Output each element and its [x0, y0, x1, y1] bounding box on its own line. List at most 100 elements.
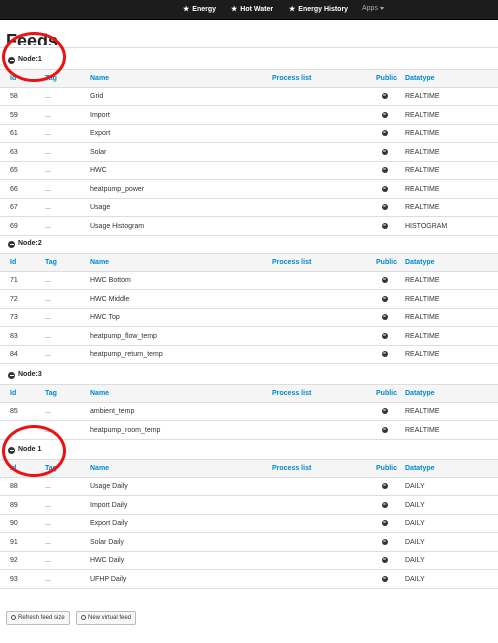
table-row[interactable]: 92... HWC Daily DAILY [0, 551, 498, 570]
table-row[interactable]: 85... ambient_temp REALTIME [0, 402, 498, 421]
feed-name[interactable]: Usage [90, 204, 110, 211]
feed-name[interactable]: Solar [90, 149, 106, 156]
feed-tag[interactable]: ... [45, 576, 51, 583]
feed-tag[interactable]: ... [45, 333, 51, 340]
feed-name[interactable]: HWC Middle [90, 296, 129, 303]
column-header-tag[interactable]: Tag [45, 259, 57, 266]
feed-tag[interactable]: ... [45, 520, 51, 527]
globe-icon[interactable] [382, 520, 388, 526]
table-row[interactable]: 67... Usage REALTIME [0, 198, 498, 217]
table-row[interactable]: 93... UFHP Daily DAILY [0, 570, 498, 589]
feed-tag[interactable]: ... [45, 539, 51, 546]
column-header-id[interactable]: Id [10, 259, 16, 266]
table-row[interactable]: ... heatpump_room_temp REALTIME [0, 421, 498, 440]
feed-tag[interactable]: ... [45, 483, 51, 490]
globe-icon[interactable] [382, 185, 388, 192]
feed-name[interactable]: HWC [90, 167, 107, 174]
globe-icon[interactable] [382, 167, 388, 173]
column-header-name[interactable]: Name [90, 259, 109, 266]
globe-icon[interactable] [382, 130, 388, 136]
globe-icon[interactable] [382, 351, 388, 357]
nav-apps-dropdown[interactable]: Apps [362, 5, 384, 12]
feed-tag[interactable]: ... [45, 408, 51, 415]
globe-icon[interactable] [382, 222, 388, 229]
nav-energy[interactable]: ★ Energy [183, 5, 216, 13]
feed-name[interactable]: HWC Top [90, 314, 120, 321]
feed-name[interactable]: HWC Daily [90, 557, 124, 564]
column-header-public[interactable]: Public [376, 75, 397, 82]
feed-tag[interactable]: ... [45, 223, 51, 230]
feed-name[interactable]: ambient_temp [90, 408, 134, 415]
feed-name[interactable]: Solar Daily [90, 539, 124, 546]
column-header-id[interactable]: Id [10, 390, 16, 397]
feed-tag[interactable]: ... [45, 130, 51, 137]
globe-icon[interactable] [382, 575, 388, 582]
node-group-header[interactable]: Node:3 [0, 367, 498, 384]
feed-tag[interactable]: ... [45, 167, 51, 174]
globe-icon[interactable] [382, 557, 388, 563]
table-row[interactable]: 84... heatpump_return_temp REALTIME [0, 345, 498, 364]
table-row[interactable]: 83... heatpump_flow_temp REALTIME [0, 327, 498, 346]
feed-name[interactable]: heatpump_room_temp [90, 427, 160, 434]
column-header-datatype[interactable]: Datatype [405, 465, 435, 472]
globe-icon[interactable] [382, 204, 388, 210]
column-header-datatype[interactable]: Datatype [405, 259, 435, 266]
feed-name[interactable]: Grid [90, 93, 103, 100]
feed-tag[interactable]: ... [45, 93, 51, 100]
node-group-header[interactable]: Node 1 [0, 442, 498, 459]
feed-tag[interactable]: ... [45, 149, 51, 156]
feed-name[interactable]: heatpump_power [90, 186, 144, 193]
globe-icon[interactable] [382, 538, 388, 545]
table-row[interactable]: 73... HWC Top REALTIME [0, 308, 498, 327]
feed-tag[interactable]: ... [45, 186, 51, 193]
table-row[interactable]: 91... Solar Daily DAILY [0, 533, 498, 552]
feed-tag[interactable]: ... [45, 314, 51, 321]
column-header-name[interactable]: Name [90, 465, 109, 472]
new-virtual-feed-button[interactable]: New virtual feed [76, 611, 137, 625]
feed-name[interactable]: Usage Daily [90, 483, 128, 490]
table-row[interactable]: 63... Solar REALTIME [0, 143, 498, 162]
globe-icon[interactable] [382, 148, 388, 155]
column-header-tag[interactable]: Tag [45, 390, 57, 397]
nav-hot-water[interactable]: ★ Hot Water [231, 5, 273, 13]
globe-icon[interactable] [382, 408, 388, 414]
table-row[interactable]: 58... Grid REALTIME [0, 87, 498, 106]
column-header-name[interactable]: Name [90, 390, 109, 397]
column-header-public[interactable]: Public [376, 390, 397, 397]
table-row[interactable]: 88... Usage Daily DAILY [0, 477, 498, 496]
column-header-datatype[interactable]: Datatype [405, 390, 435, 397]
table-row[interactable]: 72... HWC Middle REALTIME [0, 290, 498, 309]
globe-icon[interactable] [382, 111, 388, 118]
feed-name[interactable]: Import Daily [90, 502, 127, 509]
feed-name[interactable]: heatpump_flow_temp [90, 333, 157, 340]
table-row[interactable]: 69... Usage Histogram HISTOGRAM [0, 217, 498, 236]
table-row[interactable]: 61... Export REALTIME [0, 124, 498, 143]
feed-tag[interactable]: ... [45, 557, 51, 564]
minus-circle-icon[interactable] [8, 372, 15, 379]
globe-icon[interactable] [382, 426, 388, 433]
feed-tag[interactable]: ... [45, 351, 51, 358]
node-group-header[interactable]: Node:1 [0, 52, 498, 69]
feed-tag[interactable]: ... [45, 277, 51, 284]
feed-tag[interactable]: ... [45, 502, 51, 509]
node-group-header[interactable]: Node:2 [0, 236, 498, 253]
table-row[interactable]: 65... HWC REALTIME [0, 161, 498, 180]
column-header-datatype[interactable]: Datatype [405, 75, 435, 82]
feed-name[interactable]: HWC Bottom [90, 277, 131, 284]
globe-icon[interactable] [382, 277, 388, 283]
globe-icon[interactable] [382, 332, 388, 339]
feed-name[interactable]: heatpump_return_temp [90, 351, 163, 358]
feed-name[interactable]: Import [90, 112, 110, 119]
column-header-process[interactable]: Process list [272, 390, 311, 397]
globe-icon[interactable] [382, 501, 388, 508]
refresh-feed-size-button[interactable]: Refresh feed size [6, 611, 70, 625]
globe-icon[interactable] [382, 314, 388, 320]
feed-name[interactable]: UFHP Daily [90, 576, 126, 583]
column-header-public[interactable]: Public [376, 259, 397, 266]
nav-energy-history[interactable]: ★ Energy History [289, 5, 348, 13]
column-header-process[interactable]: Process list [272, 465, 311, 472]
feed-tag[interactable]: ... [45, 204, 51, 211]
column-header-public[interactable]: Public [376, 465, 397, 472]
feed-name[interactable]: Export Daily [90, 520, 128, 527]
globe-icon[interactable] [382, 295, 388, 302]
